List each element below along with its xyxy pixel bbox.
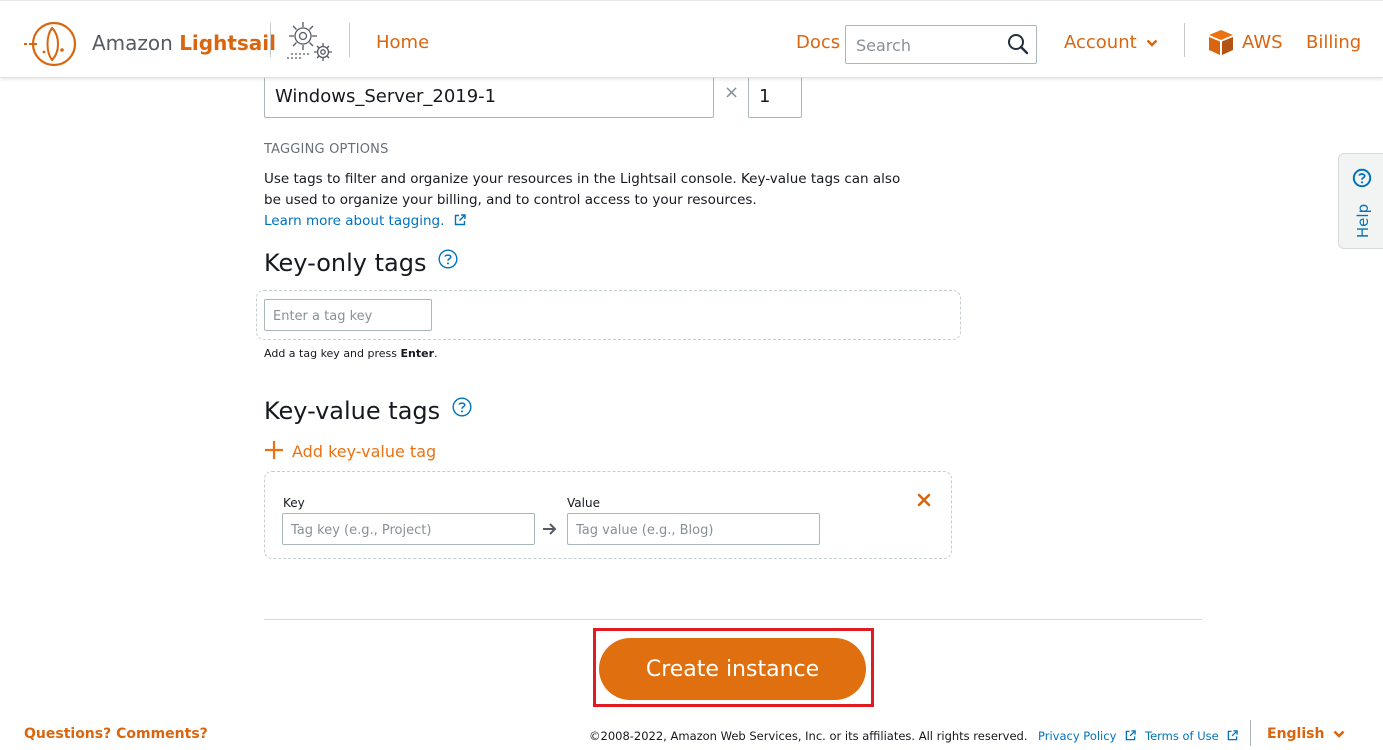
tagging-description: Use tags to filter and organize your res… bbox=[264, 171, 901, 208]
tag-key-input[interactable] bbox=[273, 306, 423, 326]
external-link-icon bbox=[1125, 730, 1136, 741]
external-link-icon bbox=[1228, 730, 1239, 741]
external-link-icon bbox=[454, 214, 466, 226]
help-tab[interactable]: Help bbox=[1338, 153, 1383, 249]
close-icon[interactable] bbox=[916, 492, 932, 508]
app-title[interactable]: Amazon Lightsail bbox=[92, 31, 276, 55]
lightsail-logo-icon[interactable] bbox=[24, 20, 78, 68]
hint-suffix: . bbox=[434, 347, 438, 360]
chevron-down-icon bbox=[1147, 39, 1158, 47]
value-label: Value bbox=[567, 496, 600, 510]
terms-of-use-link[interactable]: Terms of Use bbox=[1145, 729, 1239, 743]
nav-aws-link[interactable]: AWS bbox=[1242, 32, 1283, 53]
questions-comments-link[interactable]: Questions? Comments? bbox=[24, 726, 208, 742]
plus-icon bbox=[265, 441, 283, 459]
chevron-down-icon bbox=[1333, 730, 1345, 738]
app-title-prefix: Amazon bbox=[92, 31, 180, 55]
search-input[interactable] bbox=[856, 34, 996, 56]
nav-docs-link[interactable]: Docs bbox=[796, 32, 840, 53]
header-divider bbox=[270, 23, 271, 57]
gear-icon[interactable] bbox=[283, 18, 341, 66]
instance-count-field[interactable] bbox=[748, 76, 802, 118]
privacy-policy-label: Privacy Policy bbox=[1038, 729, 1117, 743]
instance-count-input[interactable] bbox=[759, 82, 793, 110]
tag-value-field[interactable] bbox=[567, 513, 820, 545]
search-icon[interactable] bbox=[1006, 32, 1030, 56]
footer-divider bbox=[1250, 720, 1251, 746]
app-title-brand: Lightsail bbox=[179, 31, 277, 55]
account-menu[interactable]: Account bbox=[1064, 32, 1158, 53]
key-only-tags-heading: Key-only tags bbox=[264, 249, 458, 277]
multiply-sign: × bbox=[724, 82, 740, 103]
terms-of-use-label: Terms of Use bbox=[1145, 729, 1219, 743]
tagging-options-label: TAGGING OPTIONS bbox=[264, 142, 389, 157]
learn-more-tagging-link[interactable]: Learn more about tagging. bbox=[264, 213, 466, 229]
tag-key-pair-field[interactable] bbox=[282, 513, 535, 545]
question-circle-icon bbox=[1352, 168, 1372, 188]
help-tab-label: Help bbox=[1354, 203, 1372, 239]
hint-key: Enter bbox=[400, 347, 435, 360]
add-key-value-tag-label: Add key-value tag bbox=[292, 442, 437, 461]
create-instance-button[interactable]: Create instance bbox=[599, 638, 866, 700]
tag-key-field[interactable] bbox=[264, 299, 432, 331]
nav-billing-link[interactable]: Billing bbox=[1306, 32, 1361, 53]
top-nav-bar: Amazon Lightsail Home Docs Account bbox=[0, 0, 1383, 78]
kv-value-input[interactable] bbox=[576, 520, 806, 540]
aws-box-icon[interactable] bbox=[1206, 27, 1236, 57]
language-label: English bbox=[1267, 726, 1325, 742]
add-key-value-tag-button[interactable]: Add key-value tag bbox=[264, 440, 436, 461]
kv-key-input[interactable] bbox=[291, 520, 521, 540]
learn-more-text: Learn more about tagging. bbox=[264, 213, 445, 229]
privacy-policy-link[interactable]: Privacy Policy bbox=[1038, 729, 1136, 743]
question-circle-icon[interactable] bbox=[452, 397, 472, 417]
copyright-text: ©2008-2022, Amazon Web Services, Inc. or… bbox=[589, 729, 1028, 743]
nav-home-link[interactable]: Home bbox=[376, 32, 429, 53]
header-divider bbox=[1184, 23, 1185, 57]
header-divider bbox=[349, 23, 350, 57]
search-field[interactable] bbox=[845, 25, 1037, 64]
account-label: Account bbox=[1064, 32, 1137, 53]
tag-key-hint: Add a tag key and press Enter. bbox=[264, 347, 438, 360]
key-value-tags-heading: Key-value tags bbox=[264, 397, 472, 425]
key-only-tags-title: Key-only tags bbox=[264, 249, 427, 277]
section-divider bbox=[264, 619, 1202, 620]
instance-name-input[interactable] bbox=[275, 82, 695, 110]
instance-name-field[interactable] bbox=[264, 76, 714, 118]
key-label: Key bbox=[283, 496, 305, 510]
hint-prefix: Add a tag key and press bbox=[264, 347, 401, 360]
arrow-right-icon bbox=[543, 523, 557, 535]
language-selector[interactable]: English bbox=[1267, 726, 1345, 742]
key-value-tags-title: Key-value tags bbox=[264, 397, 441, 425]
question-circle-icon[interactable] bbox=[438, 249, 458, 269]
